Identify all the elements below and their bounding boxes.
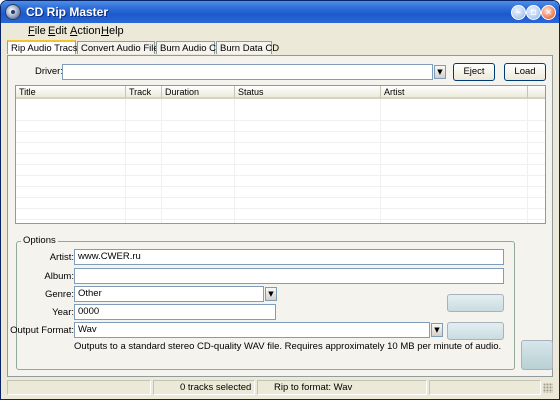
- maximize-button[interactable]: [526, 5, 541, 20]
- list-gridline: [16, 154, 545, 165]
- driver-select[interactable]: [62, 64, 433, 80]
- column-header-track[interactable]: Track: [126, 86, 162, 99]
- column-header-duration[interactable]: Duration: [162, 86, 235, 99]
- minimize-button[interactable]: [511, 5, 526, 20]
- album-label: Album:: [44, 271, 74, 282]
- list-gridline: [16, 187, 545, 198]
- list-gridline: [16, 121, 545, 132]
- tab-convert-audio-files[interactable]: Convert Audio Files: [77, 41, 163, 54]
- cd-app-icon: [5, 4, 21, 20]
- menu-bar: File Edit Action Help: [1, 24, 559, 40]
- menu-edit[interactable]: Edit: [48, 25, 67, 37]
- rip-audio-panel: Driver: ▼ Eject Load Title Track Duratio…: [7, 55, 553, 377]
- album-field[interactable]: [74, 268, 504, 284]
- resize-grip-icon[interactable]: [543, 383, 553, 393]
- main-window: CD Rip Master File Edit Action Help Rip …: [0, 0, 560, 400]
- genre-label: Genre:: [44, 289, 74, 300]
- eject-button[interactable]: Eject: [453, 63, 495, 81]
- tab-burn-data-cd[interactable]: Burn Data CD: [216, 41, 279, 54]
- driver-label: Driver:: [35, 66, 63, 77]
- rip-button[interactable]: [521, 340, 553, 370]
- tracks-selected-status: 0 tracks selected: [153, 380, 255, 395]
- output-format-label: Output Format:: [10, 325, 74, 336]
- menu-file[interactable]: File: [28, 25, 46, 37]
- column-header-artist[interactable]: Artist: [381, 86, 528, 99]
- year-label: Year:: [52, 307, 74, 318]
- tab-burn-audio-cd[interactable]: Burn Audio CD: [156, 41, 223, 54]
- menu-help[interactable]: Help: [101, 25, 124, 37]
- list-gridline: [16, 198, 545, 209]
- options-legend: Options: [21, 235, 58, 246]
- list-gridline: [16, 110, 545, 121]
- status-pane-extra: [429, 380, 541, 395]
- rip-format-status: Rip to format: Wav: [257, 380, 427, 395]
- close-button[interactable]: [541, 5, 556, 20]
- menu-action[interactable]: Action: [70, 25, 101, 37]
- column-header-title[interactable]: Title: [16, 86, 126, 99]
- advanced-settings-button[interactable]: [447, 322, 504, 340]
- list-gridline: [16, 143, 545, 154]
- header-filler: [528, 86, 545, 99]
- format-dropdown-icon[interactable]: ▼: [431, 323, 443, 337]
- column-header-status[interactable]: Status: [235, 86, 381, 99]
- title-bar[interactable]: CD Rip Master: [1, 1, 559, 23]
- list-gridline: [16, 165, 545, 176]
- status-bar: 0 tracks selected Rip to format: Wav: [7, 380, 553, 396]
- window-title: CD Rip Master: [26, 5, 109, 19]
- genre-dropdown-icon[interactable]: ▼: [265, 287, 277, 301]
- load-button[interactable]: Load: [504, 63, 546, 81]
- year-field[interactable]: 0000: [74, 304, 276, 320]
- tab-rip-audio-tracks[interactable]: Rip Audio Tracsk: [7, 40, 82, 54]
- list-gridline: [16, 132, 545, 143]
- list-gridline: [16, 209, 545, 220]
- output-format-select[interactable]: Wav: [74, 322, 430, 338]
- driver-dropdown-icon[interactable]: ▼: [434, 65, 446, 79]
- format-description: Outputs to a standard stereo CD-quality …: [74, 341, 502, 352]
- status-pane-empty: [7, 380, 151, 395]
- list-gridline: [16, 176, 545, 187]
- track-list[interactable]: Title Track Duration Status Artist: [15, 85, 546, 224]
- format-settings-button[interactable]: [447, 294, 504, 312]
- artist-field[interactable]: www.CWER.ru: [74, 249, 504, 265]
- artist-label: Artist:: [49, 252, 74, 263]
- genre-select[interactable]: Other: [74, 286, 264, 302]
- options-group: Options Artist: www.CWER.ru Album: Genre…: [10, 235, 515, 370]
